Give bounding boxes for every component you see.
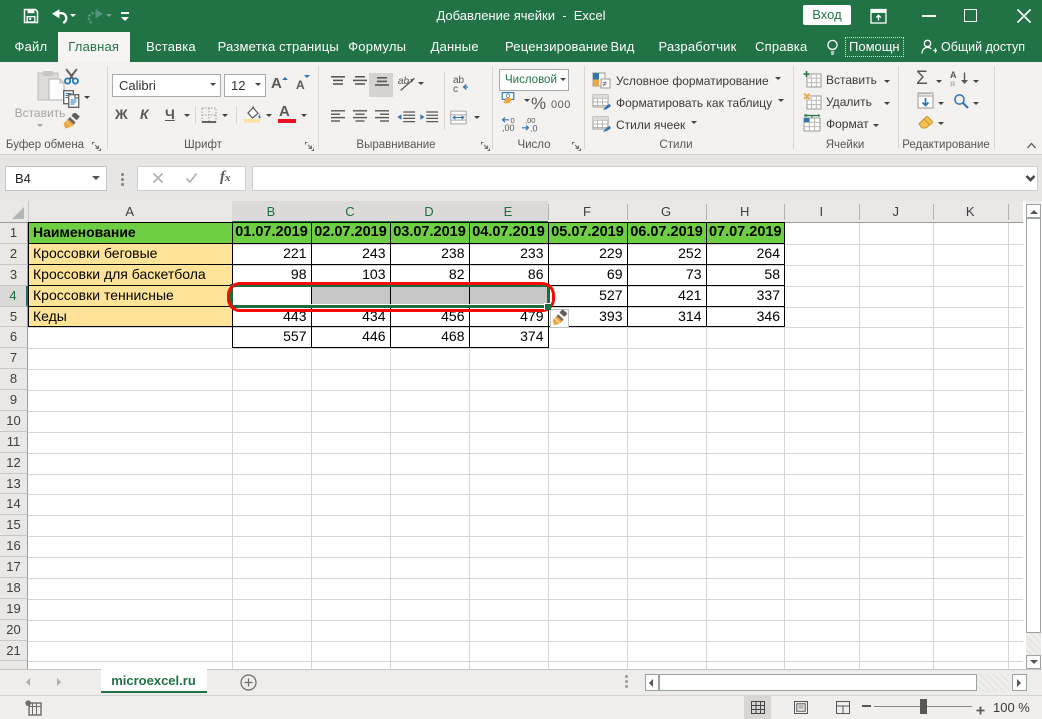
svg-text:,0: ,0 bbox=[530, 124, 538, 133]
svg-text:ab: ab bbox=[398, 76, 410, 87]
svg-text:,00: ,00 bbox=[502, 123, 515, 132]
svg-text:c: c bbox=[453, 84, 458, 93]
svg-text:я: я bbox=[950, 79, 955, 88]
svg-text:≠: ≠ bbox=[603, 80, 608, 89]
